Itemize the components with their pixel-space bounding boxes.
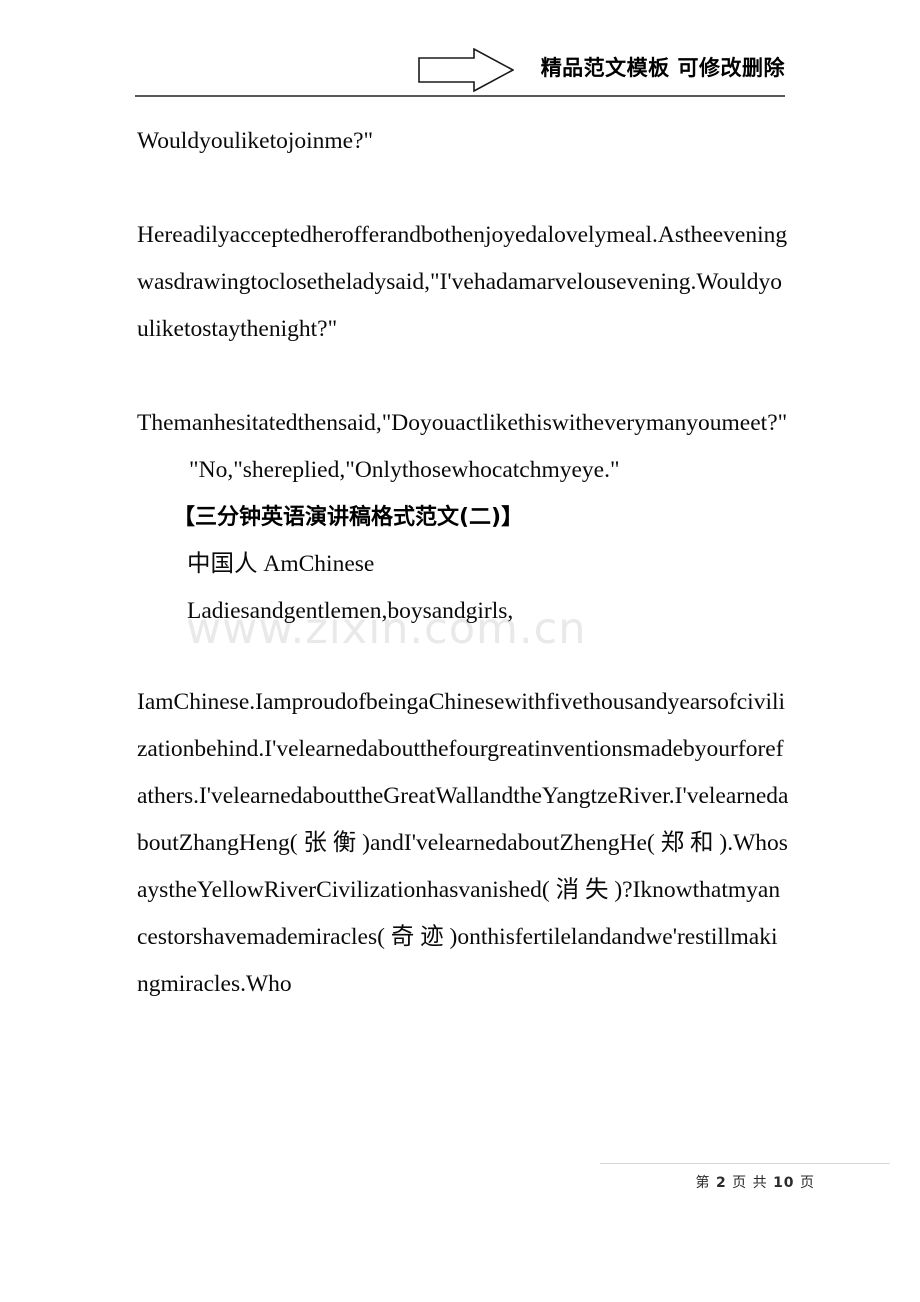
paragraph-1: Wouldyouliketojoinme?" — [137, 128, 374, 154]
page-header: 精品范文模板 可修改删除 — [135, 44, 785, 96]
footer-prefix: 第 — [695, 1175, 711, 1191]
document-page: 精品范文模板 可修改删除 www.zixin.com.cn Wouldyouli… — [0, 0, 920, 1302]
quote-line: "No,"shereplied,"Onlythosewhocatchmyeye.… — [189, 457, 620, 483]
salutation-line: Ladiesandgentlemen,boysandgirls, — [187, 598, 514, 624]
footer-middle: 页 共 — [732, 1175, 768, 1191]
header-divider — [135, 95, 785, 97]
paragraph-2: Hereadilyacceptedherofferandbothenjoyeda… — [137, 222, 788, 342]
paragraph-4: IamChinese.IamproudofbeingaChinesewithfi… — [137, 689, 789, 997]
page-footer: 第 2 页 共 10 页 — [696, 1172, 816, 1192]
right-block-arrow-icon — [418, 47, 515, 93]
document-body: Wouldyouliketojoinme?" Hereadilyaccepted… — [137, 118, 789, 1008]
subtitle-line: 中国人 AmChinese — [187, 551, 375, 577]
footer-current-page: 2 — [715, 1175, 727, 1191]
section-heading-2: 【三分钟英语演讲稿格式范文(二)】 — [173, 505, 524, 530]
footer-suffix: 页 — [800, 1175, 815, 1191]
footer-divider — [600, 1163, 890, 1164]
footer-total-pages: 10 — [773, 1175, 795, 1191]
paragraph-3: Themanhesitatedthensaid,"Doyouactlikethi… — [137, 410, 788, 436]
header-title: 精品范文模板 可修改删除 — [540, 56, 785, 80]
